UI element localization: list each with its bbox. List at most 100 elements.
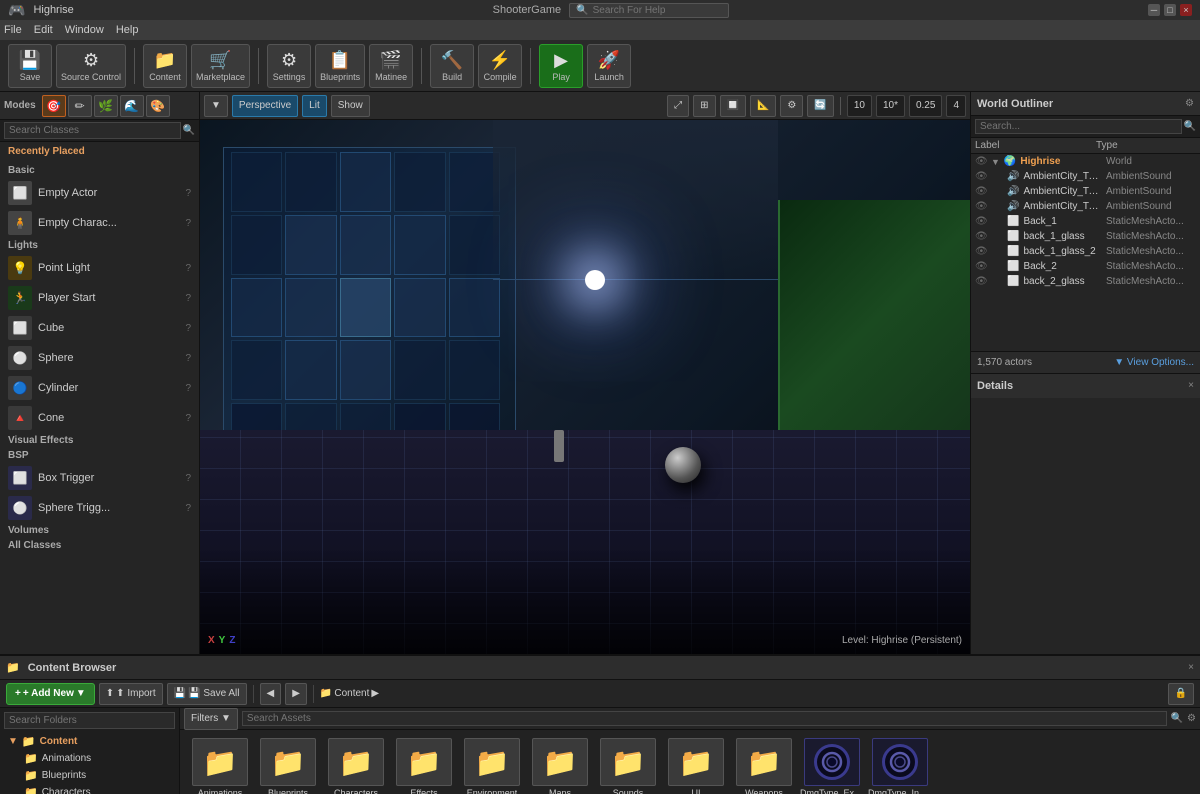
close-btn[interactable]: × [1180,4,1192,16]
empty-actor-help[interactable]: ? [185,188,191,199]
viewport-icon-5[interactable]: ⚙ [780,95,803,117]
help-search[interactable] [593,5,713,16]
point-light-help[interactable]: ? [185,263,191,274]
empty-character-item[interactable]: 🧍 Empty Charac... ? [0,208,199,238]
outliner-item-back1[interactable]: 👁 ⬜ Back_1 StaticMeshActo... [971,214,1200,229]
outliner-search-input[interactable] [975,119,1182,134]
outliner-item-back2[interactable]: 👁 ⬜ Back_2 StaticMeshActo... [971,259,1200,274]
viewport-num4[interactable]: 4 [946,95,966,117]
eye-icon-4[interactable]: 👁 [975,201,987,212]
mode-foliage[interactable]: 🌊 [120,95,144,117]
minimize-btn[interactable]: ─ [1148,4,1160,16]
viewport[interactable]: Level: Highrise (Persistent) X Y Z [200,120,970,654]
mode-landscape[interactable]: 🌿 [94,95,118,117]
asset-dmgtype-explosion[interactable]: DmgType_Explosion [800,738,864,794]
lights-section-title[interactable]: Lights [0,238,199,253]
cone-help[interactable]: ? [185,413,191,424]
asset-animations[interactable]: 📁 Animations [188,738,252,794]
basic-section-title[interactable]: Basic [0,163,199,178]
sphere-trigger-help[interactable]: ? [185,503,191,514]
cone-item[interactable]: 🔺 Cone ? [0,403,199,433]
sphere-help[interactable]: ? [185,353,191,364]
cube-help[interactable]: ? [185,323,191,334]
eye-icon-9[interactable]: 👁 [975,276,987,287]
cylinder-help[interactable]: ? [185,383,191,394]
outliner-options-icon[interactable]: ⚙ [1185,98,1194,109]
assets-settings-icon[interactable]: ⚙ [1187,713,1196,724]
launch-button[interactable]: 🚀 Launch [587,44,631,88]
source-control-button[interactable]: ⚙ Source Control [56,44,126,88]
view-options-btn[interactable]: ▼ View Options... [1114,357,1194,368]
outliner-item-ambient1[interactable]: 👁 🔊 AmbientCity_TypeC_Stereo AmbientSoun… [971,169,1200,184]
folder-animations[interactable]: 📁 Animations [4,750,175,767]
eye-icon[interactable]: 👁 [975,156,987,167]
outliner-item-back1glass[interactable]: 👁 ⬜ back_1_glass StaticMeshActo... [971,229,1200,244]
eye-icon-3[interactable]: 👁 [975,186,987,197]
asset-blueprints[interactable]: 📁 Blueprints [256,738,320,794]
col-type-header[interactable]: Type [1096,140,1196,151]
bsp-title[interactable]: BSP [0,448,199,463]
folder-content[interactable]: ▼ 📁 Content [4,733,175,750]
visual-effects-title[interactable]: Visual Effects [0,433,199,448]
details-close-icon[interactable]: × [1188,380,1194,391]
cylinder-item[interactable]: 🔵 Cylinder ? [0,373,199,403]
folder-blueprints[interactable]: 📁 Blueprints [4,767,175,784]
asset-dmgtype-instant[interactable]: DmgType_Instant [868,738,932,794]
build-button[interactable]: 🔨 Build [430,44,474,88]
all-classes-title[interactable]: All Classes [0,538,199,553]
outliner-item-ambient2[interactable]: 👁 🔊 AmbientCity_TypeC_Stereo_{ AmbientSo… [971,184,1200,199]
asset-weapons[interactable]: 📁 Weapons [732,738,796,794]
menu-edit[interactable]: Edit [34,24,53,36]
sphere-trigger-item[interactable]: ⚪ Sphere Trigg... ? [0,493,199,523]
content-button[interactable]: 📁 Content [143,44,187,88]
import-button[interactable]: ⬆ ⬆ Import [99,683,163,705]
folder-characters[interactable]: 📁 Characters [4,784,175,794]
matinee-button[interactable]: 🎬 Matinee [369,44,413,88]
asset-sounds[interactable]: 📁 Sounds [596,738,660,794]
asset-effects[interactable]: 📁 Effects [392,738,456,794]
folders-search-input[interactable] [4,712,175,729]
viewport-menu-btn[interactable]: ▼ [204,95,228,117]
show-btn[interactable]: Show [331,95,370,117]
eye-icon-5[interactable]: 👁 [975,216,987,227]
blueprints-button[interactable]: 📋 Blueprints [315,44,365,88]
empty-character-help[interactable]: ? [185,218,191,229]
assets-search-input[interactable] [242,711,1167,726]
mode-paint[interactable]: ✏ [68,95,92,117]
eye-icon-8[interactable]: 👁 [975,261,987,272]
viewport-icon-3[interactable]: 🔲 [720,95,746,117]
content-browser-close-icon[interactable]: × [1188,662,1194,673]
eye-icon-2[interactable]: 👁 [975,171,987,182]
player-start-help[interactable]: ? [185,293,191,304]
col-label-header[interactable]: Label [975,140,1096,151]
mode-place[interactable]: 🎯 [42,95,66,117]
mode-geometry[interactable]: 🎨 [146,95,170,117]
outliner-item-back1glass2[interactable]: 👁 ⬜ back_1_glass_2 StaticMeshActo... [971,244,1200,259]
filters-btn[interactable]: Filters ▼ [184,708,238,730]
cube-item[interactable]: ⬜ Cube ? [0,313,199,343]
viewport-icon-6[interactable]: 🔄 [807,95,833,117]
add-new-button[interactable]: + + Add New ▼ [6,683,95,705]
compile-button[interactable]: ⚡ Compile [478,44,522,88]
viewport-num2[interactable]: 10* [876,95,905,117]
path-content[interactable]: Content [334,688,369,699]
volumes-title[interactable]: Volumes [0,523,199,538]
nav-back-btn[interactable]: ◀ [260,683,282,705]
viewport-icon-1[interactable]: ⤢ [667,95,689,117]
asset-maps[interactable]: 📁 Maps [528,738,592,794]
eye-icon-6[interactable]: 👁 [975,231,987,242]
perspective-btn[interactable]: Perspective [232,95,298,117]
player-start-item[interactable]: 🏃 Player Start ? [0,283,199,313]
marketplace-button[interactable]: 🛒 Marketplace [191,44,250,88]
point-light-item[interactable]: 💡 Point Light ? [0,253,199,283]
save-all-button[interactable]: 💾 💾 Save All [167,683,247,705]
play-button[interactable]: ▶ Play [539,44,583,88]
asset-environment[interactable]: 📁 Environment [460,738,524,794]
class-search-input[interactable] [4,122,181,139]
settings-button[interactable]: ⚙ Settings [267,44,311,88]
viewport-icon-4[interactable]: 📐 [750,95,776,117]
viewport-num3[interactable]: 0.25 [909,95,942,117]
outliner-item-back2glass[interactable]: 👁 ⬜ back_2_glass StaticMeshActo... [971,274,1200,289]
menu-help[interactable]: Help [116,24,139,36]
sphere-item[interactable]: ⚪ Sphere ? [0,343,199,373]
